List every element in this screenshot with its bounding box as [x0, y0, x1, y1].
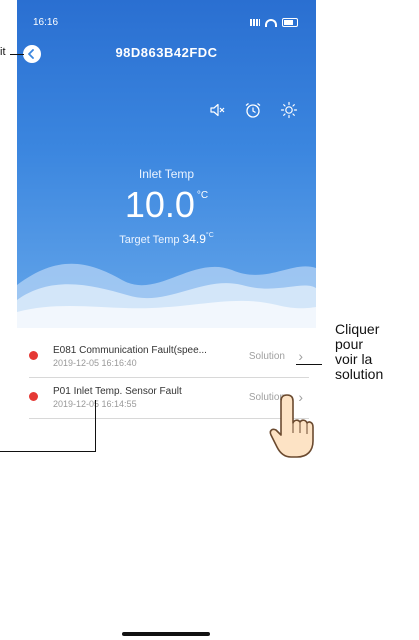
- target-temp-label: Target Temp: [119, 234, 180, 246]
- brightness-icon: [280, 101, 298, 119]
- alarm-clock-icon: [245, 102, 261, 118]
- pointing-hand-icon: [269, 394, 314, 458]
- target-temp-unit: °C: [205, 232, 214, 239]
- chevron-right-icon[interactable]: ›: [298, 348, 303, 364]
- fault-row[interactable]: E081 Communication Fault(spee... 2019-12…: [29, 337, 309, 378]
- display-button[interactable]: [280, 101, 298, 119]
- annotation-callout-line: solution: [335, 366, 384, 382]
- status-icons: [250, 18, 298, 27]
- phone-screen: 16:16 98D863B42FDC Inlet Temp 10.0 °C Ta…: [17, 0, 316, 640]
- inlet-temp-unit: °C: [196, 190, 209, 201]
- annotation-callout-line: voir la: [335, 351, 373, 367]
- annotation-callout: Cliquer pour voir la solution: [335, 322, 383, 382]
- wifi-icon: [265, 18, 277, 27]
- mute-icon: [210, 103, 225, 117]
- fault-alert-icon: [29, 351, 38, 360]
- target-temp-row[interactable]: Target Temp 34.9°C: [17, 232, 316, 246]
- annotation-line: [0, 451, 95, 452]
- fault-time: 2019-12-05 16:16:40: [53, 358, 137, 368]
- fault-title: P01 Inlet Temp. Sensor Fault: [53, 386, 182, 397]
- annotation-line: [95, 400, 96, 452]
- battery-icon: [282, 18, 298, 27]
- inlet-temp-label: Inlet Temp: [138, 167, 195, 181]
- inlet-temp-value: 10.0: [124, 184, 195, 225]
- solution-link[interactable]: Solution: [249, 351, 285, 362]
- toolbar: [208, 101, 298, 119]
- annotation-left-text: it: [0, 46, 6, 58]
- annotation-line: [10, 54, 24, 55]
- annotation-callout-line: Cliquer: [335, 321, 380, 337]
- fault-title: E081 Communication Fault(spee...: [53, 345, 207, 356]
- target-temp-value: 34.9: [182, 232, 206, 246]
- home-indicator: [122, 632, 210, 636]
- inlet-temp-value-row: 10.0 °C: [17, 184, 316, 226]
- annotation-callout-line: pour: [335, 336, 364, 352]
- timer-button[interactable]: [244, 101, 262, 119]
- wave-decoration: [17, 263, 316, 340]
- device-id-title: 98D863B42FDC: [115, 45, 218, 60]
- annotation-line: [296, 364, 322, 365]
- signal-icon: [250, 19, 260, 26]
- status-time: 16:16: [33, 17, 59, 28]
- mute-button[interactable]: [208, 101, 226, 119]
- fault-alert-icon: [29, 392, 38, 401]
